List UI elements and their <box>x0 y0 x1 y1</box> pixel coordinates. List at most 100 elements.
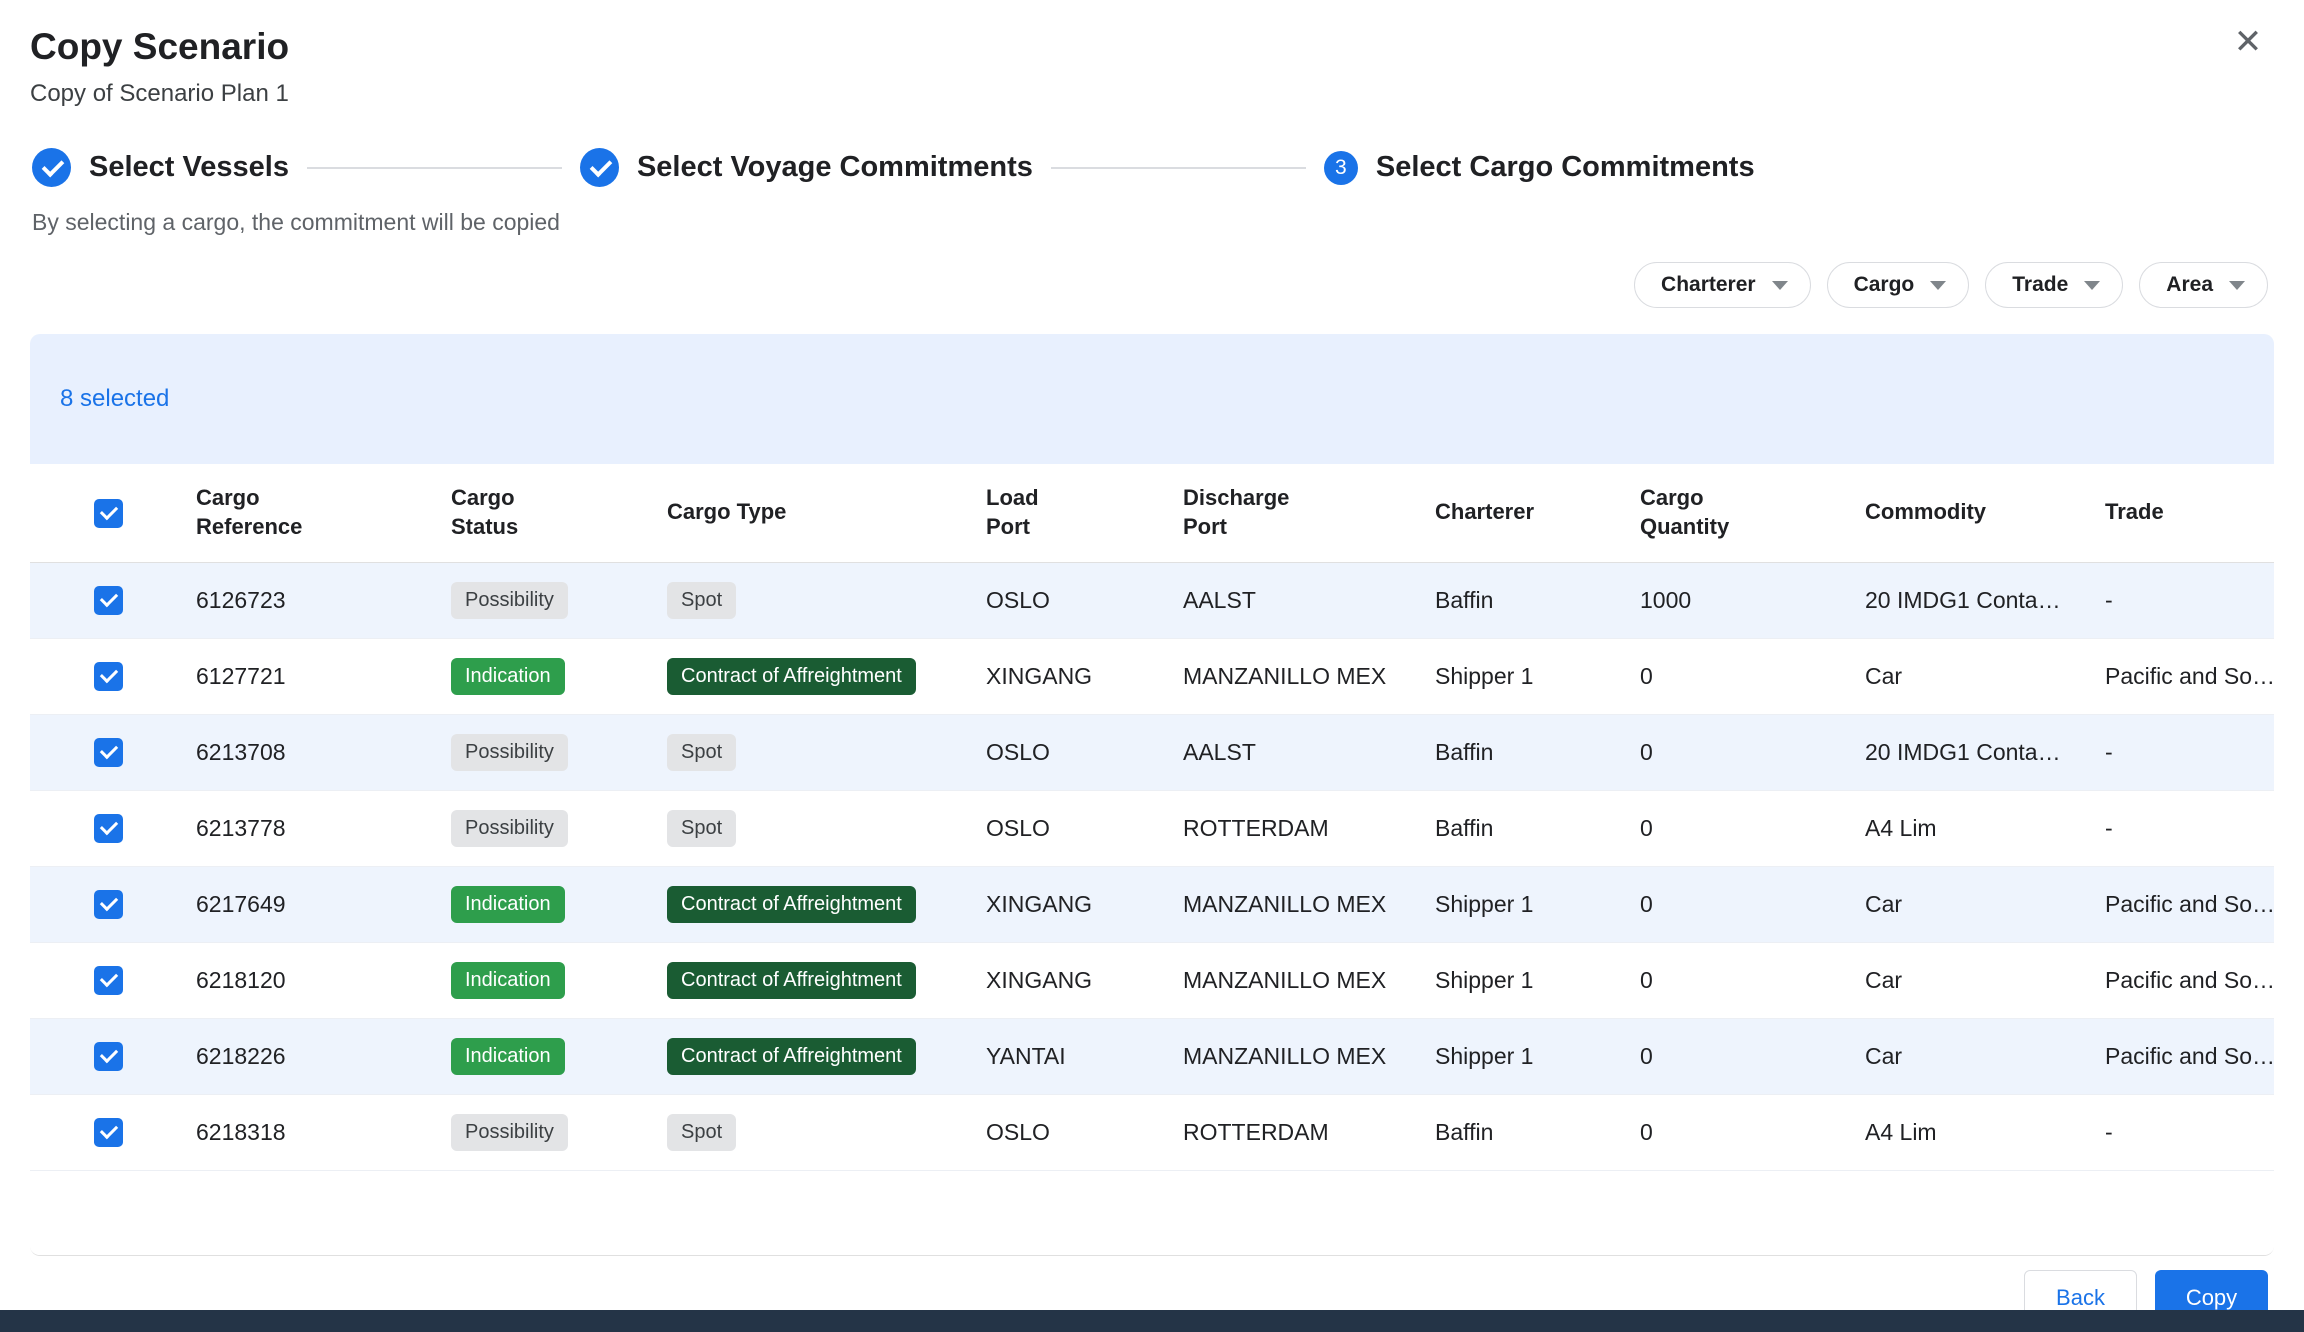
cell-charterer: Baffin <box>1433 1094 1638 1170</box>
step-number-badge: 3 <box>1324 151 1358 185</box>
cell-charterer: Shipper 1 <box>1433 638 1638 714</box>
cell-trade: Pacific and So… <box>2103 866 2274 942</box>
close-icon[interactable] <box>2224 18 2272 66</box>
table-row[interactable]: 6218318 Possibility Spot OSLO ROTTERDAM … <box>30 1094 2274 1170</box>
cell-cargo-quantity: 0 <box>1638 638 1863 714</box>
cell-charterer: Shipper 1 <box>1433 866 1638 942</box>
step-select-vessels[interactable]: Select Vessels <box>32 148 289 187</box>
row-checkbox[interactable] <box>94 966 123 995</box>
table-row[interactable]: 6213708 Possibility Spot OSLO AALST Baff… <box>30 714 2274 790</box>
cell-discharge-port: MANZANILLO MEX <box>1181 866 1433 942</box>
column-header-commodity: Commodity <box>1863 464 2103 562</box>
cell-cargo-quantity: 1000 <box>1638 562 1863 638</box>
stepper-connector <box>307 167 562 169</box>
cell-load-port: XINGANG <box>984 638 1181 714</box>
status-badge: Possibility <box>451 734 568 771</box>
cell-load-port: XINGANG <box>984 866 1181 942</box>
cell-cargo-reference: 6218318 <box>194 1094 449 1170</box>
cell-commodity: Car <box>1863 866 2103 942</box>
cell-cargo-type: Spot <box>665 790 984 866</box>
row-checkbox[interactable] <box>94 586 123 615</box>
cell-charterer: Shipper 1 <box>1433 942 1638 1018</box>
cell-cargo-quantity: 0 <box>1638 866 1863 942</box>
cell-cargo-reference: 6127721 <box>194 638 449 714</box>
step-select-voyage-commitments[interactable]: Select Voyage Commitments <box>580 148 1033 187</box>
cell-cargo-status: Indication <box>449 638 665 714</box>
filter-bar: Charterer Cargo Trade Area <box>0 262 2268 308</box>
cell-cargo-reference: 6218120 <box>194 942 449 1018</box>
cargo-type-badge: Contract of Affreightment <box>667 962 916 999</box>
cargo-type-badge: Contract of Affreightment <box>667 658 916 695</box>
stepper: Select Vessels Select Voyage Commitments… <box>32 148 2274 187</box>
step-select-cargo-commitments[interactable]: 3 Select Cargo Commitments <box>1324 151 1755 185</box>
cell-charterer: Baffin <box>1433 714 1638 790</box>
filter-label: Charterer <box>1661 273 1756 297</box>
filter-charterer-dropdown[interactable]: Charterer <box>1634 262 1811 308</box>
cell-discharge-port: MANZANILLO MEX <box>1181 1018 1433 1094</box>
cell-charterer: Shipper 1 <box>1433 1018 1638 1094</box>
table-row[interactable]: 6218120 Indication Contract of Affreight… <box>30 942 2274 1018</box>
cell-commodity: Car <box>1863 1018 2103 1094</box>
table-row[interactable]: 6213778 Possibility Spot OSLO ROTTERDAM … <box>30 790 2274 866</box>
cell-cargo-status: Possibility <box>449 714 665 790</box>
cell-cargo-status: Possibility <box>449 1094 665 1170</box>
helper-text: By selecting a cargo, the commitment wil… <box>32 209 2274 236</box>
cell-commodity: Car <box>1863 638 2103 714</box>
cell-cargo-status: Indication <box>449 942 665 1018</box>
dialog-header: Copy Scenario Copy of Scenario Plan 1 <box>0 0 2304 108</box>
cell-cargo-reference: 6213708 <box>194 714 449 790</box>
table-row[interactable]: 6127721 Indication Contract of Affreight… <box>30 638 2274 714</box>
cell-discharge-port: ROTTERDAM <box>1181 1094 1433 1170</box>
table-row[interactable]: 6126723 Possibility Spot OSLO AALST Baff… <box>30 562 2274 638</box>
select-all-checkbox[interactable] <box>94 499 123 528</box>
selected-count: 8 selected <box>60 385 169 413</box>
row-checkbox[interactable] <box>94 1118 123 1147</box>
table-row[interactable]: 6218226 Indication Contract of Affreight… <box>30 1018 2274 1094</box>
row-checkbox[interactable] <box>94 738 123 767</box>
row-checkbox[interactable] <box>94 662 123 691</box>
cell-trade: - <box>2103 790 2274 866</box>
app-background-strip <box>0 1310 2304 1332</box>
row-checkbox[interactable] <box>94 1042 123 1071</box>
filter-area-dropdown[interactable]: Area <box>2139 262 2268 308</box>
page-title: Copy Scenario <box>30 26 2268 68</box>
cell-discharge-port: ROTTERDAM <box>1181 790 1433 866</box>
cell-commodity: 20 IMDG1 Conta… <box>1863 714 2103 790</box>
selection-summary: 8 selected <box>30 334 2274 464</box>
cell-commodity: A4 Lim <box>1863 790 2103 866</box>
column-header-charterer: Charterer <box>1433 464 1638 562</box>
cargo-type-badge: Spot <box>667 582 736 619</box>
cargo-type-badge: Spot <box>667 1114 736 1151</box>
cell-load-port: OSLO <box>984 714 1181 790</box>
filter-label: Trade <box>2012 273 2068 297</box>
cargo-commitments-table-card: 8 selected Cargo Reference Cargo Status … <box>30 334 2274 1256</box>
step-label: Select Vessels <box>89 151 289 184</box>
table-row[interactable]: 6217649 Indication Contract of Affreight… <box>30 866 2274 942</box>
row-checkbox[interactable] <box>94 890 123 919</box>
chevron-down-icon <box>1930 281 1946 290</box>
chevron-down-icon <box>2229 281 2245 290</box>
cargo-type-badge: Spot <box>667 810 736 847</box>
column-header-trade: Trade <box>2103 464 2274 562</box>
status-badge: Possibility <box>451 1114 568 1151</box>
chevron-down-icon <box>2084 281 2100 290</box>
cell-cargo-status: Indication <box>449 866 665 942</box>
column-header-discharge-port: Discharge Port <box>1181 464 1433 562</box>
filter-label: Area <box>2166 273 2213 297</box>
step-label: Select Voyage Commitments <box>637 151 1033 184</box>
cell-commodity: A4 Lim <box>1863 1094 2103 1170</box>
step-label: Select Cargo Commitments <box>1376 151 1755 184</box>
cell-cargo-type: Spot <box>665 1094 984 1170</box>
cell-cargo-type: Spot <box>665 714 984 790</box>
row-checkbox[interactable] <box>94 814 123 843</box>
filter-trade-dropdown[interactable]: Trade <box>1985 262 2123 308</box>
filter-cargo-dropdown[interactable]: Cargo <box>1827 262 1970 308</box>
cell-cargo-reference: 6126723 <box>194 562 449 638</box>
cell-discharge-port: MANZANILLO MEX <box>1181 942 1433 1018</box>
cell-cargo-reference: 6217649 <box>194 866 449 942</box>
cargo-type-badge: Spot <box>667 734 736 771</box>
cargo-type-badge: Contract of Affreightment <box>667 1038 916 1075</box>
cell-trade: - <box>2103 714 2274 790</box>
cell-trade: Pacific and So… <box>2103 1018 2274 1094</box>
cell-load-port: XINGANG <box>984 942 1181 1018</box>
